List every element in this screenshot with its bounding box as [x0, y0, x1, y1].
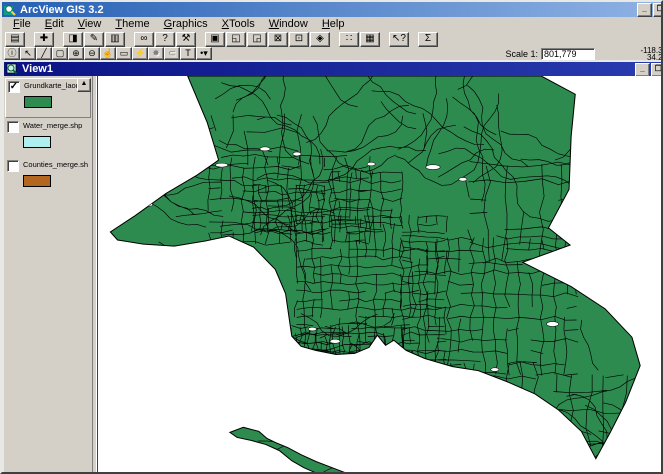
scale-input[interactable] [541, 48, 595, 60]
layer-checkbox[interactable] [7, 160, 19, 172]
menu-window[interactable]: Window [262, 18, 315, 30]
map-canvas[interactable] [98, 76, 663, 474]
map-area[interactable] [97, 76, 663, 474]
locate-address-button[interactable]: ? [155, 31, 175, 47]
application-desktop: View1 _ ❐ ✓ Grundkarte_laor.sh Water_merge.… [2, 60, 661, 472]
menu-view[interactable]: View [71, 18, 109, 30]
coordinate-readout: -118.30 34.25 [623, 47, 661, 62]
view-minimize-button[interactable]: _ [635, 63, 650, 77]
zoom-out-button[interactable]: ⊖ [84, 47, 100, 60]
catalina-island-polygon [228, 426, 345, 472]
measure-button[interactable]: ▭ [116, 47, 132, 60]
pointer-button[interactable]: ↖ [20, 47, 36, 60]
view1-window-buttons: _ ❐ [635, 63, 661, 77]
legend-panel: ✓ Grundkarte_laor.sh Water_merge.shp Counti… [4, 76, 92, 472]
help-pointer-button[interactable]: ↖? [389, 31, 409, 47]
edit-legend-button[interactable]: ✎ [84, 31, 104, 47]
identify-button[interactable]: ⓘ [4, 47, 20, 60]
layer-checkbox[interactable] [7, 121, 19, 133]
zoom-previous-button[interactable]: ◈ [310, 31, 330, 47]
zoom-selected-button[interactable]: ◲ [247, 31, 267, 47]
toolbar-group: ◨ ✎ ▥ [63, 31, 126, 47]
zoom-out-step-button[interactable]: ⊡ [289, 31, 309, 47]
layer-checkbox[interactable]: ✓ [8, 81, 20, 93]
copy-theme-button[interactable]: ▥ [105, 31, 125, 47]
select-box-button[interactable]: ▢ [52, 47, 68, 60]
select-features-button[interactable]: ∷ [339, 31, 359, 47]
layer-swatch [23, 136, 51, 148]
toolbar-group: ∞? ⚒ [134, 31, 197, 47]
layer-swatch [23, 175, 51, 187]
text-button[interactable]: T [180, 47, 196, 60]
clip-button[interactable]: ⊂ [164, 47, 180, 60]
toolbar-group: Σ [418, 31, 439, 47]
open-theme-table-button[interactable]: ▦ [360, 31, 380, 47]
theme-properties-button[interactable]: ◨ [63, 31, 83, 47]
zoom-in-button[interactable]: ⊕ [68, 47, 84, 60]
find-button[interactable]: ∞ [134, 31, 154, 47]
add-theme-button[interactable]: ✚ [34, 31, 54, 47]
toolbar-group: ▣ ◱ ◲ ⊠ ⊡ ◈ [205, 31, 331, 47]
save-project-button[interactable]: ▤ [5, 31, 25, 47]
menu-help[interactable]: Help [315, 18, 352, 30]
view1-title: View1 [22, 63, 53, 75]
menu-theme[interactable]: Theme [108, 18, 156, 30]
mainland-polygon [109, 76, 641, 460]
hotlink-button[interactable]: ⚡ [132, 47, 148, 60]
area-of-interest-button[interactable]: ✸ [148, 47, 164, 60]
minimize-button[interactable]: _ [637, 3, 652, 17]
zoom-in-step-button[interactable]: ⊠ [268, 31, 288, 47]
view-document-icon[interactable] [6, 63, 18, 75]
view1-window: View1 _ ❐ ✓ Grundkarte_laor.sh Water_merge.… [2, 60, 663, 474]
view1-title-bar: View1 _ ❐ [4, 62, 661, 77]
query-builder-button[interactable]: ⚒ [176, 31, 196, 47]
scale-label: Scale 1: [505, 49, 538, 59]
legend-scrollbar[interactable]: ▲ ▼ [77, 78, 92, 472]
draw-point-button[interactable]: •▾ [196, 47, 212, 60]
view-restore-button[interactable]: ❐ [651, 63, 661, 77]
app-window-buttons: _❐ [637, 3, 661, 17]
zoom-full-extent-button[interactable]: ▣ [205, 31, 225, 47]
pan-button[interactable]: ☝ [100, 47, 116, 60]
menu-file[interactable]: File [6, 18, 38, 30]
legend-scroll-up-icon[interactable]: ▲ [77, 78, 91, 92]
toolbar-group: ↖? [389, 31, 410, 47]
menu-bar: File Edit View Theme Graphics XTools Window Hel… [2, 17, 661, 31]
arcview-logo-icon[interactable] [4, 4, 16, 16]
layer-swatch [24, 96, 52, 108]
toolbar-group: ∷ ▦ [339, 31, 381, 47]
menu-graphics[interactable]: Graphics [157, 18, 215, 30]
sum-button[interactable]: Σ [418, 31, 438, 47]
tool-buttons: ⓘ ↖ ╱ ▢ ⊕ ⊖ ☝ ▭ ⚡ ✸ ⊂ T •▾ [4, 47, 212, 60]
vertex-edit-button[interactable]: ╱ [36, 47, 52, 60]
menu-xtools[interactable]: XTools [215, 18, 262, 30]
toolbar-group: ✚ [34, 31, 55, 47]
arcview-application-window: ArcView GIS 3.2 _❐ FileEditViewThemeGrap… [0, 0, 663, 474]
app-title-bar: ArcView GIS 3.2 _❐ [2, 2, 661, 17]
zoom-active-theme-button[interactable]: ◱ [226, 31, 246, 47]
tool-bar: ⓘ↖╱▢⊕⊖☝▭⚡✸⊂T•▾ Scale 1: -118.30 34.25 [2, 47, 661, 62]
layer-name[interactable]: Water_merge.shp [23, 121, 82, 130]
restore-button[interactable]: ❐ [653, 3, 661, 17]
main-toolbar: ▤ ✚ ◨ ✎ ▥ ∞? ⚒ ▣ ◱ ◲ ⊠ ⊡ ◈ ∷ ▦ ↖? Σ [2, 31, 661, 47]
menu-edit[interactable]: Edit [38, 18, 71, 30]
toolbar-group: ▤ [5, 31, 26, 47]
app-title: ArcView GIS 3.2 [20, 3, 104, 16]
